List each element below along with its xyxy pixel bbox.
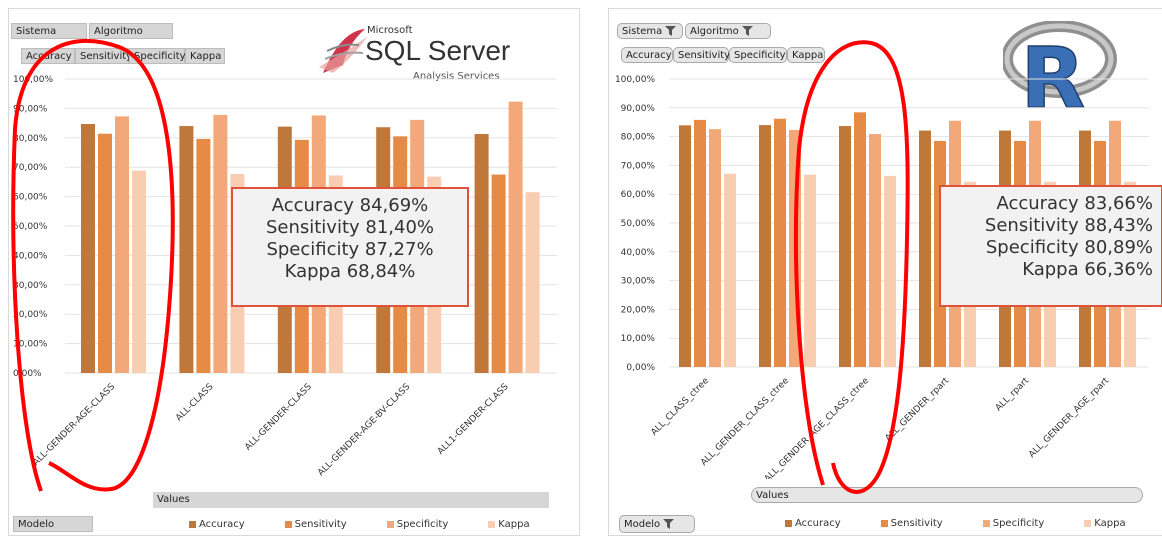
legend-label: Kappa: [498, 519, 530, 530]
bar-accuracy[interactable]: [679, 125, 691, 367]
legend-label: Kappa: [1094, 518, 1126, 529]
bar-accuracy[interactable]: [179, 126, 194, 373]
y-tick-label: 0,00%: [13, 369, 42, 379]
bar-accuracy[interactable]: [839, 126, 851, 367]
x-tick-label: ALL_GENDER_rpart: [884, 376, 952, 444]
callout-sensitivity: Sensitivity 81,40%: [265, 217, 435, 238]
bar-specificity[interactable]: [213, 114, 228, 374]
legend-swatch: [982, 520, 990, 527]
bar-specificity[interactable]: [869, 134, 881, 367]
bar-kappa[interactable]: [804, 174, 816, 367]
legend-item-accuracy: Accuracy: [785, 518, 841, 529]
bar-specificity[interactable]: [115, 116, 129, 373]
right-chart-panel: Sistema Algoritmo Accuracy Sensitivity S…: [608, 8, 1162, 536]
bar-sensitivity[interactable]: [98, 133, 112, 373]
y-tick-label: 60,00%: [13, 193, 48, 203]
modelo-filter-button[interactable]: Modelo: [13, 516, 93, 532]
callout-accuracy: Accuracy 84,69%: [271, 195, 429, 216]
callout-kappa: Kappa 68,84%: [284, 261, 416, 282]
x-tick-label: ALL_rpart: [994, 376, 1032, 414]
callout-accuracy: Accuracy 83,66%: [996, 193, 1153, 214]
bar-sensitivity[interactable]: [854, 112, 866, 368]
legend-label: Specificity: [396, 519, 449, 530]
bar-accuracy[interactable]: [919, 130, 931, 367]
y-tick-label: 100,00%: [13, 75, 53, 85]
x-tick-label: ALL-CLASS: [174, 382, 215, 423]
y-tick-label: 20,00%: [13, 310, 48, 320]
filter-icon: [663, 518, 675, 536]
legend-label: Specificity: [992, 518, 1045, 529]
legend-swatch: [284, 521, 292, 528]
bar-sensitivity[interactable]: [491, 174, 506, 373]
bar-kappa[interactable]: [884, 175, 896, 367]
callout-specificity: Specificity 80,89%: [985, 237, 1153, 258]
values-bar[interactable]: Values: [751, 487, 1143, 503]
y-tick-label: 80,00%: [13, 134, 48, 144]
legend-label: Accuracy: [199, 519, 245, 530]
callout-sensitivity: Sensitivity 88,43%: [984, 215, 1153, 236]
y-tick-label: 50,00%: [13, 222, 48, 232]
legend-item-accuracy: Accuracy: [189, 519, 245, 530]
y-tick-label: 10,00%: [13, 340, 48, 350]
y-tick-label: 30,00%: [621, 277, 656, 287]
bar-accuracy[interactable]: [474, 133, 489, 373]
left-chart-panel: Sistema Algoritmo Accuracy Sensitivity S…: [8, 8, 580, 536]
y-tick-label: 20,00%: [621, 305, 656, 315]
y-tick-label: 10,00%: [621, 334, 656, 344]
chart-legend: Accuracy Sensitivity Specificity Kappa: [785, 518, 1126, 529]
legend-swatch: [785, 520, 792, 527]
y-tick-label: 70,00%: [621, 161, 656, 171]
legend-item-sensitivity: Sensitivity: [880, 518, 943, 529]
x-tick-label: ALL-GENDER-CLASS: [243, 382, 314, 453]
bar-kappa[interactable]: [525, 192, 540, 373]
callout-specificity: Specificity 87,27%: [266, 239, 434, 260]
bar-specificity[interactable]: [508, 101, 523, 373]
bar-specificity[interactable]: [789, 129, 801, 367]
legend-swatch: [488, 521, 496, 528]
x-tick-label: ALL1-GENDER-CLASS: [436, 382, 511, 457]
legend-item-kappa: Kappa: [1084, 518, 1126, 529]
legend-label: Sensitivity: [890, 518, 943, 529]
bar-accuracy[interactable]: [759, 125, 771, 367]
bar-accuracy[interactable]: [81, 124, 95, 373]
legend-item-kappa: Kappa: [488, 519, 530, 530]
legend-item-specificity: Specificity: [386, 519, 449, 530]
x-tick-label: ALL_GENDER_AGE_rpart: [1027, 376, 1111, 460]
y-tick-label: 40,00%: [13, 251, 48, 261]
legend-swatch: [386, 521, 394, 528]
y-tick-label: 40,00%: [621, 248, 656, 258]
legend-item-sensitivity: Sensitivity: [284, 519, 347, 530]
bar-sensitivity[interactable]: [196, 138, 211, 373]
bar-sensitivity[interactable]: [694, 119, 706, 368]
legend-swatch: [189, 521, 196, 528]
x-tick-label: ALL_GENDER_CLASS_ctree: [699, 376, 791, 468]
x-tick-label: ALL_CLASS_ctree: [649, 376, 711, 438]
y-tick-label: 60,00%: [621, 190, 656, 200]
y-tick-label: 80,00%: [621, 133, 656, 143]
callout-kappa: Kappa 66,36%: [1022, 259, 1153, 280]
chart-legend: Accuracy Sensitivity Specificity Kappa: [189, 519, 530, 530]
metrics-callout: Accuracy 83,66% Sensitivity 88,43% Speci…: [939, 185, 1162, 307]
legend-swatch: [1084, 520, 1092, 527]
y-tick-label: 70,00%: [13, 163, 48, 173]
metrics-callout: Accuracy 84,69% Sensitivity 81,40% Speci…: [231, 187, 469, 307]
y-tick-label: 50,00%: [621, 219, 656, 229]
legend-swatch: [880, 520, 888, 527]
x-tick-label: ALL-GENDER-AGE-CLASS: [31, 382, 117, 468]
modelo-filter-button[interactable]: Modelo: [619, 515, 695, 533]
bar-kappa[interactable]: [724, 173, 736, 367]
y-tick-label: 0,00%: [626, 363, 655, 373]
x-tick-label: ALL-GENDER-AGE-BV-CLASS: [316, 382, 412, 478]
bar-kappa[interactable]: [132, 170, 146, 373]
bar-specificity[interactable]: [709, 129, 721, 367]
legend-label: Accuracy: [795, 518, 841, 529]
values-bar[interactable]: Values: [153, 492, 549, 508]
bar-sensitivity[interactable]: [774, 118, 786, 367]
legend-item-specificity: Specificity: [982, 518, 1045, 529]
legend-label: Sensitivity: [294, 519, 347, 530]
y-tick-label: 90,00%: [13, 104, 48, 114]
y-tick-label: 90,00%: [621, 104, 656, 114]
y-tick-label: 100,00%: [615, 75, 655, 85]
y-tick-label: 30,00%: [13, 281, 48, 291]
